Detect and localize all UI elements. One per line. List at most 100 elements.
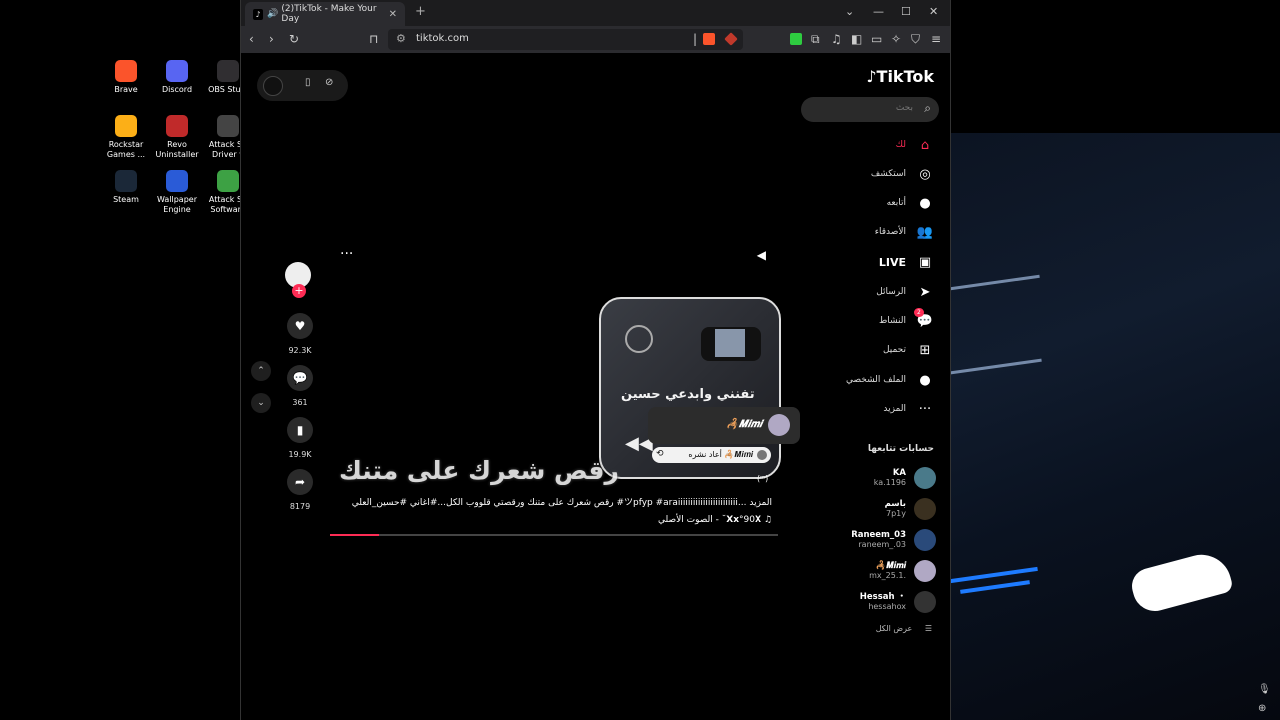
- video-progress-bar[interactable]: [330, 534, 778, 536]
- profile-icon: ●: [919, 372, 931, 388]
- followed-account[interactable]: Hessah ・ hessahox: [786, 589, 936, 615]
- repost-badge[interactable]: ⟲ أعاد نشره 🦂𝑴𝒊𝒎𝒊: [652, 447, 771, 463]
- nav-label: لك: [895, 140, 906, 150]
- url-text: tiktok.com: [416, 33, 469, 44]
- microphone-icon[interactable]: 🎙: [1258, 684, 1271, 695]
- nav-item[interactable]: المزيد ···: [786, 398, 936, 420]
- leo-ai-icon[interactable]: ✧: [891, 32, 901, 46]
- title-bar: ♪ 🔊 (2)TikTok - Make Your Day ✕ + ⌄ — ☐ …: [241, 0, 950, 26]
- followed-account[interactable]: KA ka.1196: [786, 465, 936, 491]
- heart-icon: ♥: [294, 319, 306, 333]
- following-avatar-icon: ●: [919, 195, 931, 211]
- address-bar[interactable]: ⚙ tiktok.com: [388, 29, 743, 50]
- sidebar-icon[interactable]: ◧: [851, 32, 862, 46]
- video-caption[interactable]: رقص شعرك على متنك ورقصتي قلووب الكل...#ا…: [338, 495, 772, 508]
- brave-shields-icon[interactable]: [703, 33, 715, 45]
- popup-avatar[interactable]: [768, 414, 790, 436]
- nav-item[interactable]: النشاط 2 💬: [786, 308, 936, 332]
- likes-count: 92.3K: [288, 346, 312, 355]
- more-options-icon[interactable]: ···: [340, 246, 353, 262]
- nav-item[interactable]: أتابعه ●: [786, 192, 936, 214]
- volume-knob-icon[interactable]: [263, 76, 283, 96]
- see-all-link[interactable]: عرض الكل ☰: [876, 624, 932, 633]
- tiktok-logo[interactable]: ♪TikTok: [866, 67, 934, 86]
- comments-count: 361: [292, 398, 308, 407]
- music-row[interactable]: الصوت الأصلي - ˘𝗫𝘅°90𝐗 ♫: [338, 515, 772, 525]
- extension-green-icon[interactable]: [790, 33, 802, 45]
- nav-label: الملف الشخصي: [846, 375, 906, 385]
- next-video-button[interactable]: ⌄: [251, 393, 271, 413]
- account-avatar: [914, 498, 936, 520]
- app-icon: [166, 170, 188, 192]
- like-button[interactable]: ♥: [287, 313, 313, 339]
- chevron-up-icon: ⌃: [257, 366, 265, 376]
- app-icon: [217, 60, 239, 82]
- search-icon[interactable]: ⌕: [924, 101, 931, 116]
- browser-toolbar: ‹ › ↻ ⊓ ⚙ tiktok.com | ⧉ ♫ ◧ ▭ ✧ ⛉ ≡: [241, 26, 950, 53]
- app-icon: [166, 60, 188, 82]
- tab-close-icon[interactable]: ✕: [389, 9, 397, 20]
- account-name: KA: [892, 468, 906, 478]
- follow-plus-button[interactable]: +: [292, 284, 306, 298]
- search-input[interactable]: بحث ⌕: [801, 97, 939, 122]
- speaker-icon[interactable]: 🔊: [267, 9, 278, 19]
- followed-account[interactable]: باسم 7p1y: [786, 496, 936, 522]
- see-all-label: عرض الكل: [875, 624, 913, 633]
- repost-icon: ⟲: [656, 449, 664, 459]
- card-text: تفنني وابدعي حسين: [621, 387, 755, 402]
- more-icon: ···: [918, 401, 932, 417]
- account-name: Hessah ・: [859, 592, 906, 602]
- saves-count: 19.9K: [288, 450, 312, 459]
- previous-video-button[interactable]: ⌃: [251, 361, 271, 381]
- minimize-button[interactable]: —: [873, 5, 884, 18]
- media-icon[interactable]: ♫: [831, 32, 842, 46]
- account-handle: ka.1196: [873, 478, 906, 487]
- comment-button[interactable]: 💬: [287, 365, 313, 391]
- nav-label: المزيد: [883, 404, 906, 414]
- tiktok-note-icon: ♪: [866, 67, 877, 86]
- nav-item[interactable]: LIVE ▣: [786, 251, 936, 273]
- account-avatar: [914, 591, 936, 613]
- tab-search-chevron-icon[interactable]: ⌄: [845, 5, 854, 18]
- account-name: Raneem_03: [851, 530, 906, 540]
- followed-account[interactable]: 🦂𝑴𝒊𝒎𝒊 mx_25.1.: [786, 558, 936, 584]
- back-button[interactable]: ‹: [249, 32, 254, 46]
- nav-item[interactable]: الأصدقاء 👥: [786, 221, 936, 243]
- save-button[interactable]: ▮: [287, 417, 313, 443]
- popup-account-name: 🦂𝑴𝒊𝒎𝒊: [726, 419, 762, 430]
- tab-tiktok[interactable]: ♪ 🔊 (2)TikTok - Make Your Day ✕: [245, 2, 405, 26]
- close-window-button[interactable]: ✕: [929, 5, 938, 18]
- extensions-icon[interactable]: ⧉: [811, 32, 820, 46]
- reload-button[interactable]: ↻: [289, 32, 299, 46]
- chevron-down-icon: ⌄: [257, 398, 265, 408]
- nav-item[interactable]: تحميل ⊞: [786, 339, 936, 361]
- vpn-icon[interactable]: ⛉: [911, 32, 920, 46]
- nav-item[interactable]: لك ⌂: [786, 134, 936, 156]
- new-tab-button[interactable]: +: [415, 4, 426, 19]
- nav-item[interactable]: استكشف ◎: [786, 163, 936, 185]
- app-icon: [217, 115, 239, 137]
- maximize-button[interactable]: ☐: [901, 5, 911, 18]
- site-settings-icon[interactable]: ⚙: [396, 32, 406, 45]
- airplay-icon: [625, 325, 653, 353]
- share-button[interactable]: ➦: [287, 469, 313, 495]
- friends-icon: 👥: [916, 224, 934, 240]
- following-accounts-title: حسابات تتابعها: [867, 444, 934, 454]
- player-controls-pill: ▯ ⊘: [257, 70, 348, 101]
- app-icon: [115, 115, 137, 137]
- wallet-icon[interactable]: ▭: [871, 32, 882, 46]
- account-hover-card[interactable]: 🦂𝑴𝒊𝒎𝒊: [648, 407, 800, 444]
- forward-button[interactable]: ›: [269, 32, 274, 46]
- compass-icon: ◎: [919, 166, 931, 182]
- volume-icon[interactable]: ◀: [757, 248, 766, 262]
- account-handle: raneem_.03: [858, 540, 906, 549]
- compass-small-icon[interactable]: ⊘: [325, 77, 333, 88]
- music-label: الصوت الأصلي - ˘𝗫𝘅°90𝐗: [658, 515, 762, 525]
- nav-item[interactable]: الملف الشخصي ●: [786, 369, 936, 391]
- device-icon[interactable]: ▯: [305, 77, 311, 88]
- followed-account[interactable]: Raneem_03 raneem_.03: [786, 527, 936, 553]
- nav-item[interactable]: الرسائل ➤: [786, 281, 936, 303]
- location-icon[interactable]: ⊕: [1258, 703, 1266, 714]
- bookmark-icon[interactable]: ⊓: [369, 32, 378, 46]
- menu-icon[interactable]: ≡: [931, 32, 941, 46]
